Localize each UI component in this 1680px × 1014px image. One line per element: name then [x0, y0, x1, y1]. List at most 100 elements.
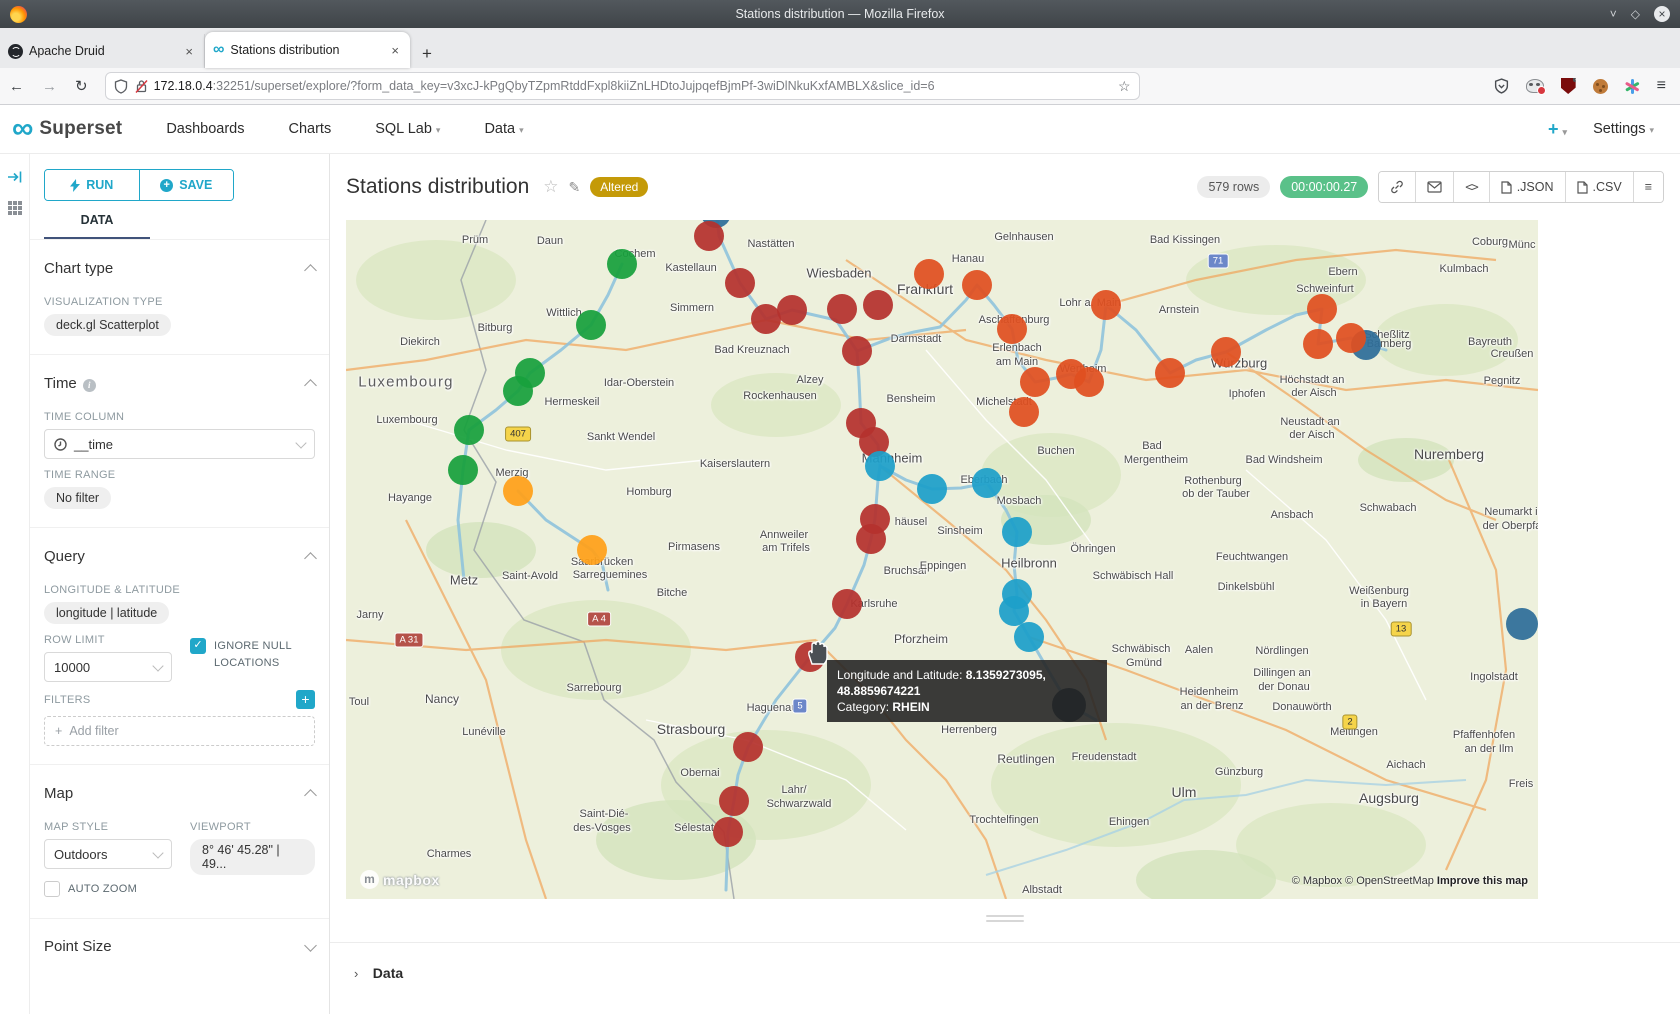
map-point[interactable] [503, 476, 533, 506]
insecure-lock-icon[interactable] [135, 79, 148, 94]
embed-code-button[interactable]: <> [1454, 172, 1489, 202]
window-minimize-icon[interactable]: ˅ [1610, 8, 1617, 20]
edit-properties-icon[interactable]: ✎ [569, 179, 581, 196]
map-point[interactable] [865, 451, 895, 481]
pocket-shield-icon[interactable] [1494, 78, 1509, 94]
multi-account-mask-icon[interactable] [1526, 79, 1544, 93]
time-column-select[interactable]: __time [44, 429, 315, 459]
auto-zoom-checkbox[interactable] [44, 881, 60, 897]
improve-this-map-link[interactable]: Improve this map [1437, 875, 1528, 887]
map-point[interactable] [1074, 367, 1104, 397]
map-point[interactable] [1002, 517, 1032, 547]
map-point[interactable] [777, 295, 807, 325]
map-point[interactable] [863, 290, 893, 320]
map-point[interactable] [827, 294, 857, 324]
map-point[interactable] [1020, 367, 1050, 397]
section-header-query[interactable]: Query [44, 538, 315, 574]
map-point[interactable] [576, 310, 606, 340]
collapse-panel-icon[interactable] [7, 170, 23, 184]
tab-close-icon[interactable]: × [388, 43, 402, 58]
ignore-null-checkbox[interactable]: ✓ [190, 638, 206, 654]
tab-data[interactable]: DATA [44, 213, 150, 239]
reload-button[interactable]: ↻ [66, 77, 97, 95]
map-point[interactable] [856, 524, 886, 554]
map-point[interactable] [725, 268, 755, 298]
url-text[interactable]: 172.18.0.4:32251/superset/explore/?form_… [154, 79, 1118, 93]
export-csv-button[interactable]: .CSV [1566, 172, 1634, 202]
run-button[interactable]: RUN [45, 170, 140, 200]
tab-close-icon[interactable]: × [182, 44, 196, 59]
superset-logo[interactable]: ∞ Superset [12, 117, 122, 141]
datasource-grid-icon[interactable] [7, 200, 23, 216]
map-point[interactable] [1506, 608, 1538, 640]
map-point[interactable] [733, 732, 763, 762]
map-point[interactable] [1014, 622, 1044, 652]
firefox-menu-icon[interactable]: ≡ [1657, 77, 1666, 95]
map-point[interactable] [972, 468, 1002, 498]
colorful-asterisk-extension-icon[interactable] [1625, 79, 1640, 94]
map-point[interactable] [448, 455, 478, 485]
section-header-chart-type[interactable]: Chart type [44, 250, 315, 286]
section-header-map[interactable]: Map [44, 775, 315, 811]
map-point[interactable] [1009, 397, 1039, 427]
add-new-button[interactable]: +▾ [1548, 119, 1567, 140]
add-filter-plus-button[interactable]: + [296, 690, 315, 709]
tab-stations-distribution[interactable]: ∞ Stations distribution × [205, 32, 410, 68]
map-style-select[interactable]: Outdoors [44, 839, 172, 869]
ublock-icon[interactable]: 2 [1561, 78, 1576, 94]
url-bar[interactable]: 172.18.0.4:32251/superset/explore/?form_… [105, 72, 1140, 100]
viz-type-pill[interactable]: deck.gl Scatterplot [44, 314, 171, 336]
window-maximize-icon[interactable]: ◇ [1631, 8, 1640, 20]
map-point[interactable] [1155, 358, 1185, 388]
window-close-icon[interactable]: × [1654, 6, 1670, 22]
chevron-right-icon[interactable]: › [354, 966, 358, 981]
viewport-pill[interactable]: 8° 46' 45.28" | 49... [190, 839, 315, 875]
tab-apache-druid[interactable]: Apache Druid × [0, 34, 205, 68]
save-button[interactable]: + SAVE [140, 170, 234, 200]
map-point[interactable] [962, 270, 992, 300]
map-point[interactable] [454, 415, 484, 445]
map-point[interactable] [1091, 290, 1121, 320]
settings-menu[interactable]: Settings▾ [1593, 121, 1654, 137]
back-button[interactable]: ← [0, 78, 33, 95]
new-tab-button[interactable]: + [410, 44, 444, 68]
cookie-extension-icon[interactable] [1593, 79, 1608, 94]
row-limit-select[interactable]: 10000 [44, 652, 172, 682]
map-point[interactable] [719, 786, 749, 816]
nav-data[interactable]: Data▾ [484, 121, 523, 137]
mapbox-logo[interactable]: m mapbox [360, 870, 440, 889]
nav-dashboards[interactable]: Dashboards [166, 121, 244, 137]
map-point[interactable] [1211, 337, 1241, 367]
map-point[interactable] [713, 817, 743, 847]
add-filter-box[interactable]: + Add filter [44, 716, 315, 746]
email-button[interactable] [1416, 172, 1454, 202]
map-point[interactable] [1336, 323, 1366, 353]
map-point[interactable] [1303, 329, 1333, 359]
map-point[interactable] [577, 535, 607, 565]
forward-button[interactable]: → [33, 78, 66, 95]
chart-menu-button[interactable]: ≡ [1634, 172, 1663, 202]
bookmark-star-icon[interactable]: ☆ [1118, 78, 1131, 95]
favorite-star-icon[interactable]: ☆ [543, 177, 558, 197]
panel-drag-handle[interactable] [986, 912, 1024, 925]
map-point[interactable] [997, 314, 1027, 344]
map-point[interactable] [694, 221, 724, 251]
nav-sql-lab[interactable]: SQL Lab▾ [375, 121, 440, 137]
map-point[interactable] [1307, 294, 1337, 324]
section-header-point-size[interactable]: Point Size [44, 929, 315, 965]
data-panel-label[interactable]: Data [373, 965, 403, 981]
map-point[interactable] [832, 589, 862, 619]
map-point[interactable] [842, 336, 872, 366]
map-point[interactable] [914, 259, 944, 289]
map-point[interactable] [503, 376, 533, 406]
lonlat-pill[interactable]: longitude | latitude [44, 602, 169, 624]
export-json-button[interactable]: .JSON [1490, 172, 1566, 202]
tracking-shield-icon[interactable] [114, 79, 128, 94]
deckgl-map[interactable]: PrümDaunCochemKastellaunNastättenWiesbad… [346, 220, 1538, 899]
copy-link-button[interactable] [1379, 172, 1416, 202]
section-header-time[interactable]: Timei [44, 365, 315, 401]
map-point[interactable] [607, 249, 637, 279]
time-range-pill[interactable]: No filter [44, 487, 111, 509]
map-point[interactable] [917, 474, 947, 504]
nav-charts[interactable]: Charts [289, 121, 332, 137]
